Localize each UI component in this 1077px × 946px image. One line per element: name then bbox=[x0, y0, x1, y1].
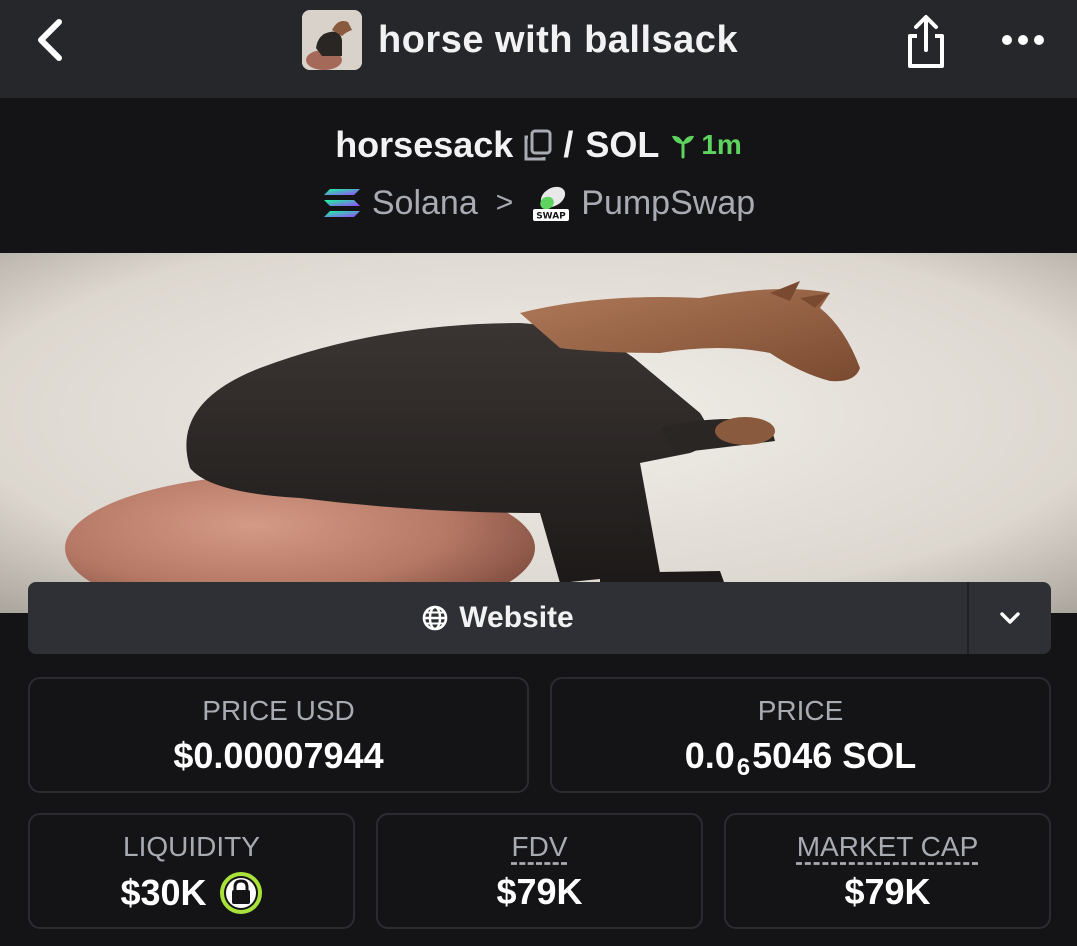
price-sol-card: PRICE 0.0 6 5046 SOL bbox=[550, 677, 1051, 793]
share-button[interactable] bbox=[898, 12, 954, 72]
market-cap-card: MARKET CAP $79K bbox=[724, 813, 1051, 929]
market-cap-value: $79K bbox=[844, 871, 931, 912]
chain-link[interactable]: Solana bbox=[372, 184, 478, 223]
seedling-icon bbox=[672, 135, 695, 159]
pumpswap-icon: SWAP bbox=[531, 183, 571, 223]
top-bar: horse with ballsack bbox=[0, 0, 1077, 98]
pair-separator: / bbox=[563, 124, 574, 165]
price-sol-value: 0.0 6 5046 SOL bbox=[552, 735, 1049, 781]
price-usd-card: PRICE USD $0.00007944 bbox=[28, 677, 529, 793]
fdv-card: FDV $79K bbox=[376, 813, 703, 929]
token-title-group: horse with ballsack bbox=[302, 10, 738, 70]
fdv-label[interactable]: FDV bbox=[378, 831, 701, 863]
token-thumbnail bbox=[302, 10, 362, 70]
pair-header: horsesack / SOL 1m Solana > SWAP PumpSwa… bbox=[0, 98, 1077, 253]
market-cap-label[interactable]: MARKET CAP bbox=[726, 831, 1049, 863]
fdv-value: $79K bbox=[496, 871, 583, 912]
chevron-left-icon bbox=[38, 19, 62, 61]
share-icon bbox=[908, 15, 944, 68]
quote-symbol: SOL bbox=[585, 124, 660, 165]
more-dots-icon bbox=[1002, 35, 1044, 45]
token-banner-image bbox=[0, 253, 1077, 613]
chain-separator: > bbox=[495, 186, 514, 219]
price-usd-value: $0.00007944 bbox=[173, 735, 384, 776]
chain-dex-line: Solana > SWAP PumpSwap bbox=[0, 180, 1077, 226]
price-sol-suffix: 5046 SOL bbox=[752, 735, 917, 776]
pair-age: 1m bbox=[669, 129, 742, 161]
chevron-down-icon bbox=[1000, 612, 1020, 624]
website-label: Website bbox=[459, 601, 574, 634]
liquidity-value-row: $30K bbox=[30, 871, 353, 915]
pair-age-text: 1m bbox=[701, 129, 742, 160]
website-button[interactable]: Website bbox=[28, 582, 967, 654]
token-title: horse with ballsack bbox=[378, 18, 739, 61]
copy-address-button[interactable] bbox=[523, 129, 553, 161]
pair-line: horsesack / SOL 1m bbox=[0, 122, 1077, 168]
globe-icon bbox=[421, 604, 449, 632]
dex-link[interactable]: PumpSwap bbox=[581, 184, 755, 223]
liquidity-lock-icon[interactable] bbox=[219, 871, 263, 915]
dex-badge-text: SWAP bbox=[536, 212, 566, 222]
more-button[interactable] bbox=[995, 20, 1051, 60]
links-dropdown-button[interactable] bbox=[967, 582, 1051, 654]
copy-icon bbox=[524, 129, 552, 161]
base-symbol: horsesack bbox=[335, 124, 514, 165]
liquidity-label: LIQUIDITY bbox=[123, 831, 260, 862]
solana-icon bbox=[322, 187, 362, 219]
website-bar: Website bbox=[28, 582, 1051, 654]
price-sol-zero-count: 6 bbox=[736, 754, 751, 781]
price-sol-prefix: 0.0 bbox=[684, 735, 735, 776]
liquidity-card: LIQUIDITY $30K bbox=[28, 813, 355, 929]
price-usd-label: PRICE USD bbox=[202, 695, 355, 726]
back-button[interactable] bbox=[28, 18, 72, 62]
liquidity-value: $30K bbox=[120, 872, 207, 913]
price-sol-label: PRICE bbox=[757, 695, 844, 726]
